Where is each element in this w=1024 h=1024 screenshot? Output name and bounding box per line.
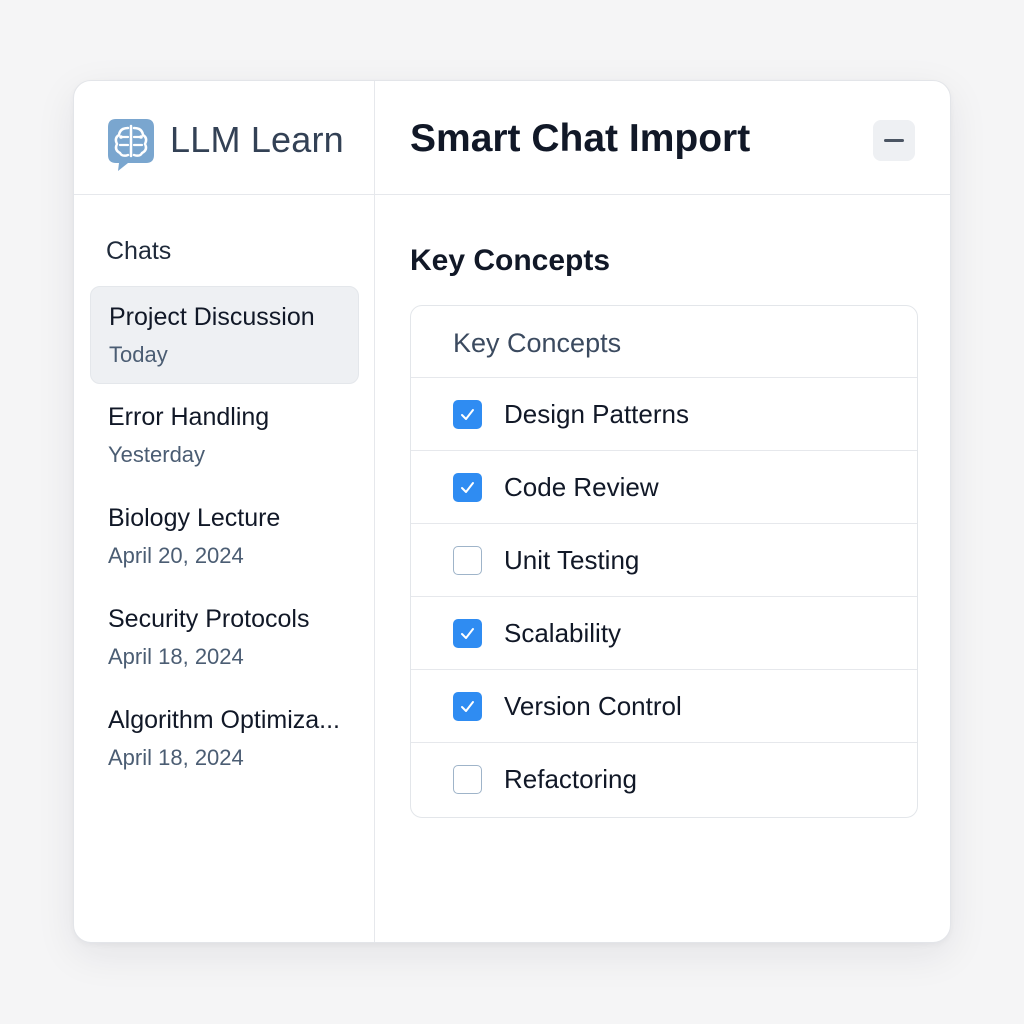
chat-title: Biology Lecture [108,504,281,532]
concept-checkbox[interactable] [453,400,482,429]
chat-date: Yesterday [108,442,206,467]
chat-item-biology-lecture[interactable]: Biology Lecture April 20, 2024 [90,488,359,586]
concept-row-refactoring[interactable]: Refactoring [411,743,917,816]
chat-date: Today [109,342,168,367]
key-concepts-card: Key Concepts Design Patterns Code Review… [410,305,918,818]
concept-row-design-patterns[interactable]: Design Patterns [411,378,917,451]
concept-label: Unit Testing [504,545,640,575]
concept-row-scalability[interactable]: Scalability [411,597,917,670]
card-header: Key Concepts [411,306,917,378]
checkmark-icon [461,409,474,420]
card-header-label: Key Concepts [453,328,622,358]
brand-header: LLM Learn [74,81,374,195]
page-title: Smart Chat Import [410,117,751,160]
concept-row-unit-testing[interactable]: Unit Testing [411,524,917,597]
checkmark-icon [461,701,474,712]
concept-checkbox[interactable] [453,473,482,502]
chat-date: April 20, 2024 [108,543,244,568]
chat-title: Error Handling [108,403,270,431]
section-title: Key Concepts [410,244,611,277]
concept-label: Design Patterns [504,399,689,429]
concept-label: Scalability [504,618,622,648]
chat-item-project-discussion[interactable]: Project Discussion Today [90,286,359,384]
concept-checkbox[interactable] [453,765,482,794]
chat-item-error-handling[interactable]: Error Handling Yesterday [90,387,359,485]
brain-chat-bubble-icon [108,119,154,171]
concept-row-version-control[interactable]: Version Control [411,670,917,743]
chat-date: April 18, 2024 [108,644,244,669]
minus-icon [884,139,904,142]
concept-checkbox[interactable] [453,692,482,721]
main-panel: Smart Chat Import Key Concepts Key Conce… [375,81,950,942]
chat-list: Project Discussion Today Error Handling … [90,286,359,791]
concept-label: Refactoring [504,764,637,794]
checkmark-icon [461,482,474,493]
concept-row-code-review[interactable]: Code Review [411,451,917,524]
concept-label: Version Control [504,691,682,721]
concept-label: Code Review [504,472,659,502]
chat-title: Algorithm Optimiza... [108,706,341,734]
chat-title: Security Protocols [108,605,310,633]
checkmark-icon [461,628,474,639]
main-header: Smart Chat Import [375,81,950,195]
chat-date: April 18, 2024 [108,745,244,770]
app-name: LLM Learn [170,119,344,160]
chats-heading: Chats [106,237,172,265]
concept-checkbox[interactable] [453,546,482,575]
sidebar: LLM Learn Chats Project Discussion Today… [74,81,375,942]
app-window: LLM Learn Chats Project Discussion Today… [73,80,951,943]
chat-title: Project Discussion [109,303,315,331]
minimize-button[interactable] [873,120,915,161]
chat-item-algorithm-optimization[interactable]: Algorithm Optimiza... April 18, 2024 [90,690,359,788]
chat-item-security-protocols[interactable]: Security Protocols April 18, 2024 [90,589,359,687]
concept-checkbox[interactable] [453,619,482,648]
